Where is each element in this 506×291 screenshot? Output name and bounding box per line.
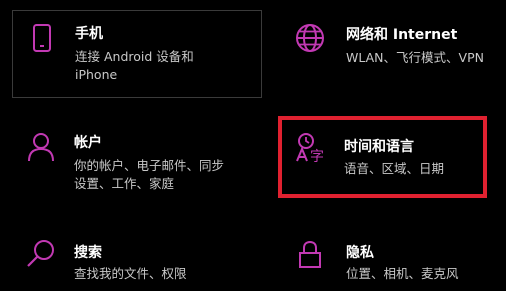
tile-title: 网络和 Internet <box>346 27 458 43</box>
person-icon <box>25 131 57 163</box>
tile-description: WLAN、飞行模式、VPN <box>346 50 484 65</box>
time-language-icon: 字 <box>295 131 327 163</box>
settings-tile-time-language[interactable]: 字 时间和语言 语音、区域、日期 <box>278 116 487 198</box>
tile-description: 你的帐户、电子邮件、同步 <box>74 158 225 173</box>
tile-description: 查找我的文件、权限 <box>74 266 187 281</box>
globe-icon <box>294 22 326 54</box>
settings-tile-network[interactable]: 网络和 Internet WLAN、飞行模式、VPN <box>278 10 504 98</box>
settings-tile-accounts[interactable]: 帐户 你的帐户、电子邮件、同步 设置、工作、家庭 <box>12 118 262 204</box>
settings-tile-search[interactable]: 搜索 查找我的文件、权限 <box>12 230 262 290</box>
phone-icon <box>26 22 58 54</box>
tile-description: 语音、区域、日期 <box>344 161 445 176</box>
tile-title: 搜索 <box>74 245 102 261</box>
tile-description: 位置、相机、麦克风 <box>346 266 459 281</box>
tile-description: 设置、工作、家庭 <box>74 176 175 191</box>
settings-tile-phone[interactable]: 手机 连接 Android 设备和 iPhone <box>12 10 262 98</box>
tile-title: 帐户 <box>74 135 102 151</box>
tile-title: 隐私 <box>346 245 374 261</box>
tile-title: 时间和语言 <box>344 139 414 155</box>
settings-tile-privacy[interactable]: 隐私 位置、相机、麦克风 <box>278 230 504 290</box>
tile-description: 连接 Android 设备和 <box>75 49 194 64</box>
svg-text:字: 字 <box>310 149 324 163</box>
search-icon <box>25 238 57 270</box>
tile-description: iPhone <box>75 67 118 82</box>
lock-icon <box>294 238 326 270</box>
tile-title: 手机 <box>75 26 103 42</box>
